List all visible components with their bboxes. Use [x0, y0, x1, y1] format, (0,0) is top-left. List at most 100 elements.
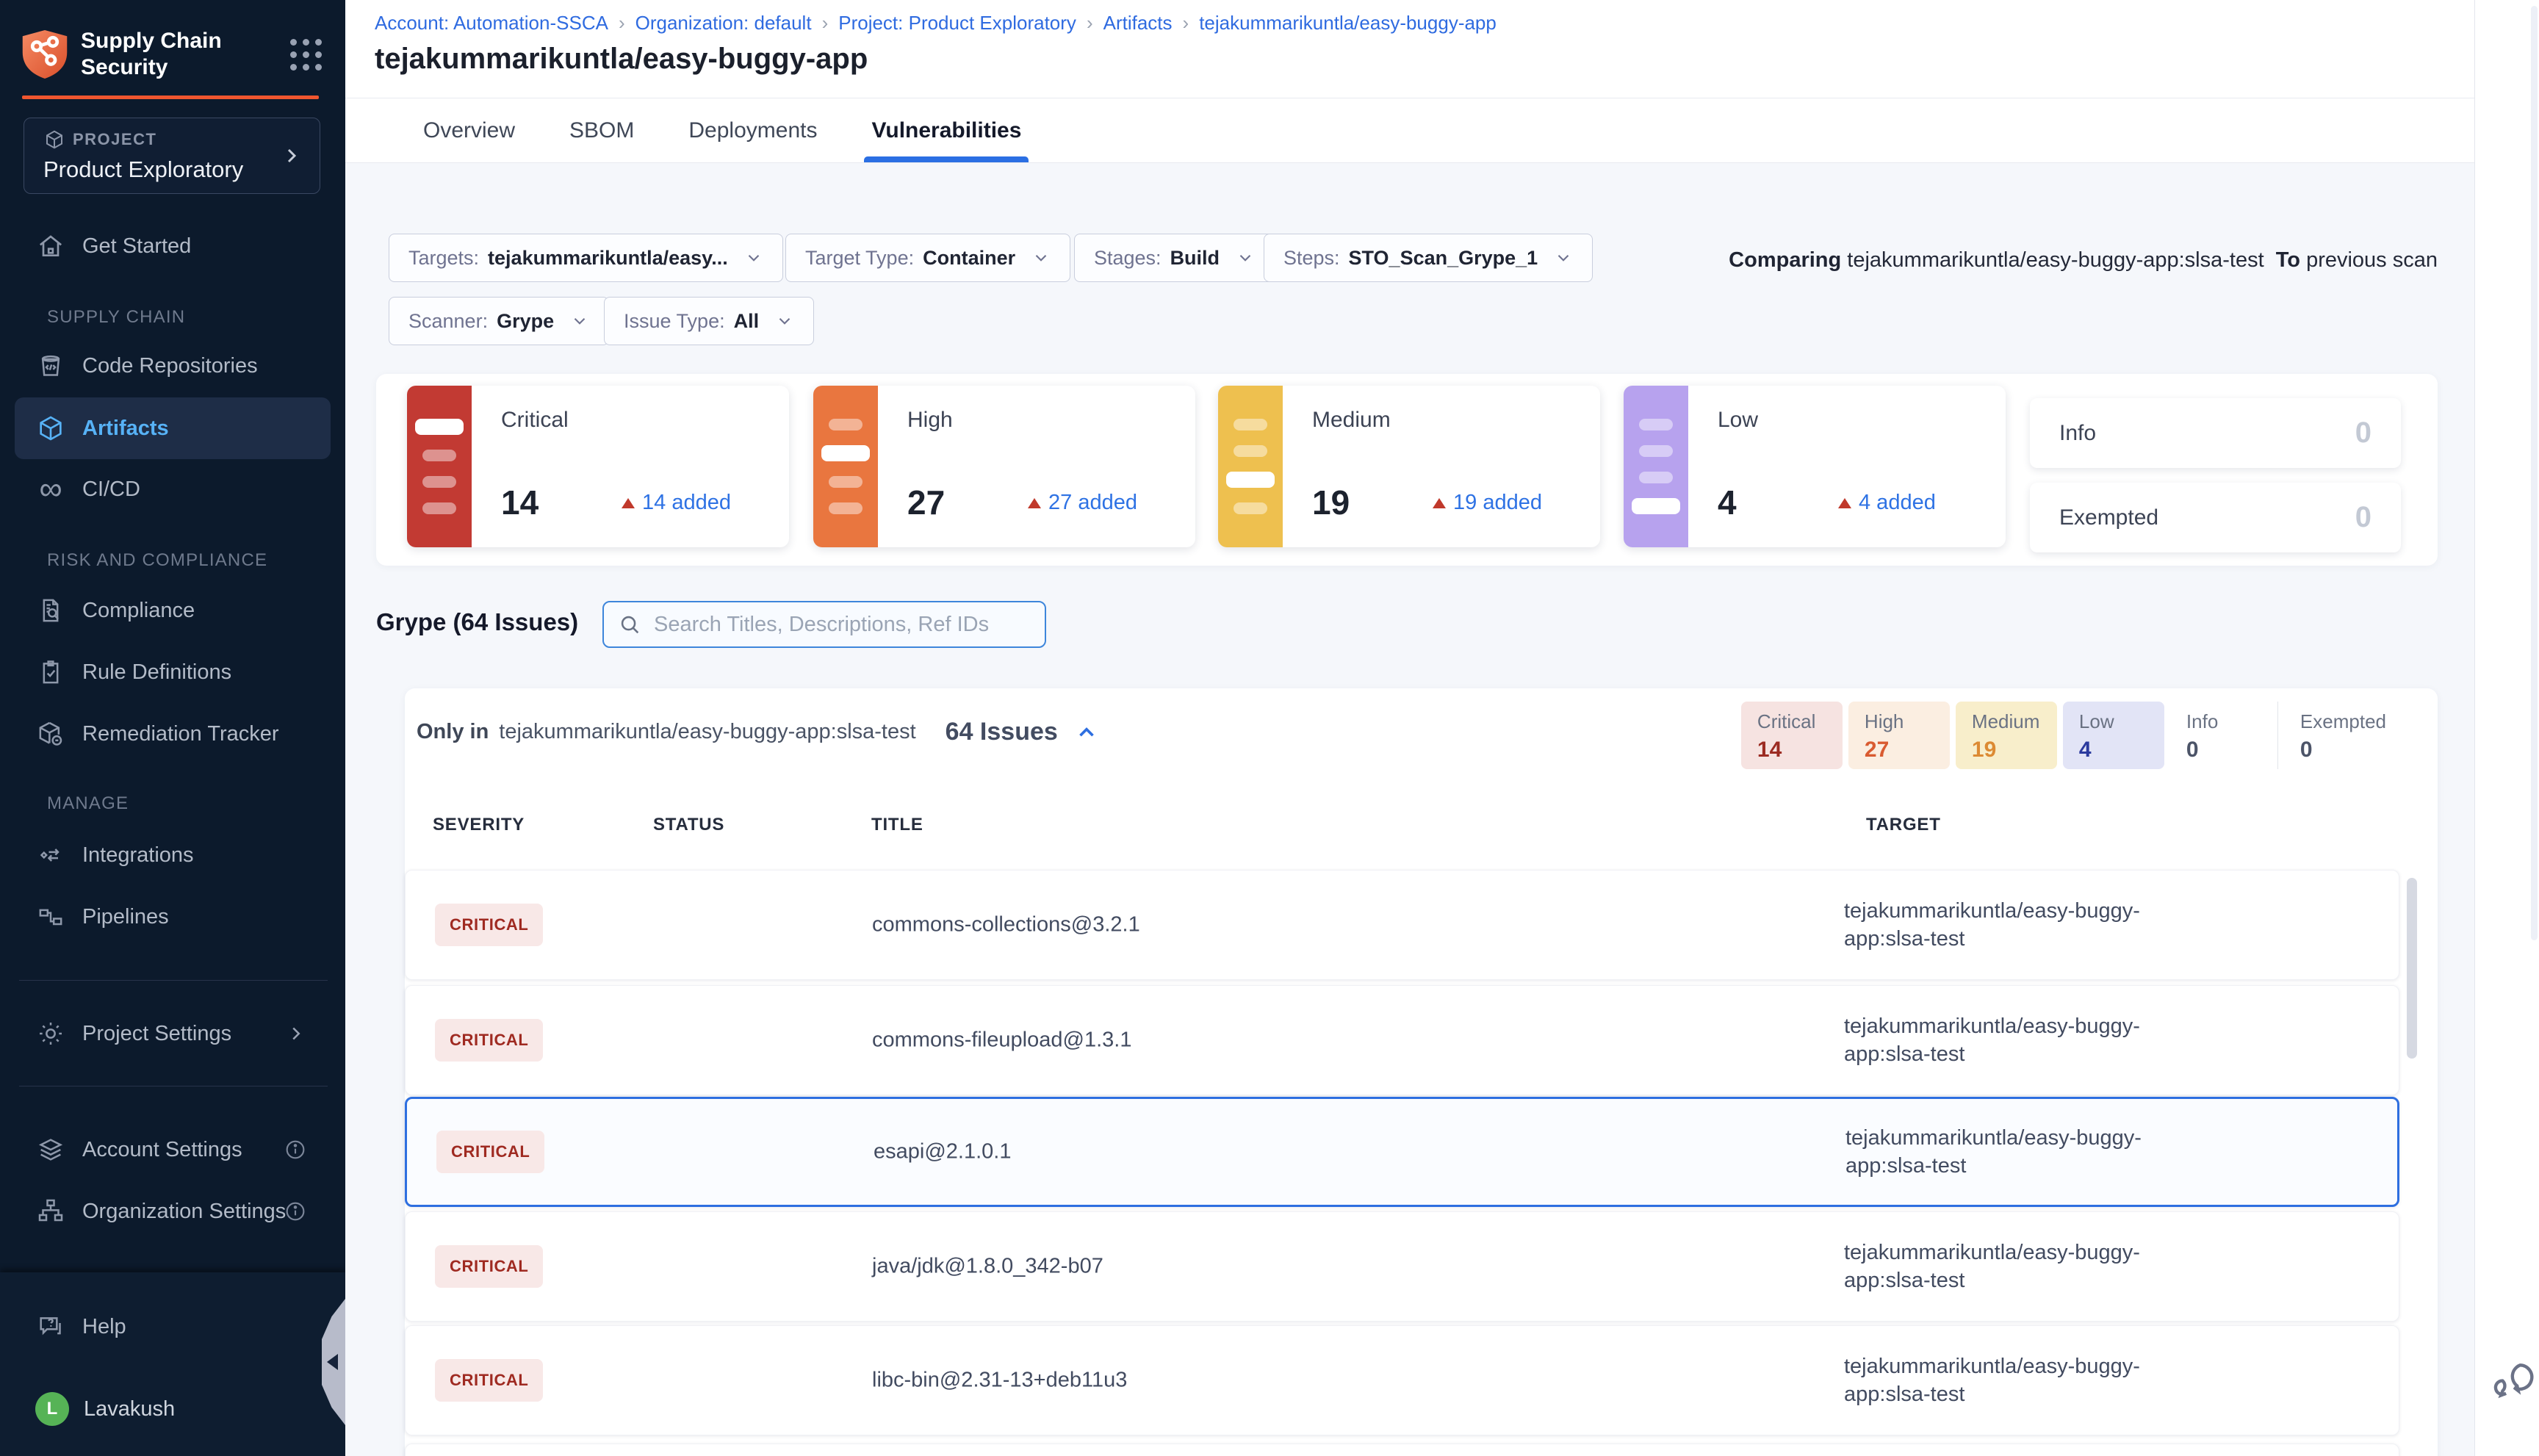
severity-card-delta[interactable]: 4 added	[1838, 491, 1936, 515]
severity-card-low[interactable]: Low 4 4 added	[1624, 386, 2006, 547]
user-name: Lavakush	[84, 1397, 175, 1421]
chevron-up-icon[interactable]	[1074, 720, 1099, 745]
sidebar-item-label: Pipelines	[82, 905, 169, 929]
filter-value: Grype	[497, 310, 554, 333]
clipboard-check-icon	[35, 657, 66, 688]
sidebar-item-pipelines[interactable]: Pipelines	[0, 893, 345, 940]
chip-count: 27	[1865, 738, 1934, 763]
chevron-left-icon	[327, 1354, 338, 1370]
pipelines-icon	[35, 901, 66, 932]
filter-issue-type[interactable]: Issue Type: All	[604, 297, 814, 345]
issues-group-header[interactable]: Only in tejakummarikuntla/easy-buggy-app…	[417, 718, 1099, 746]
sidebar-item-cicd[interactable]: ∞ CI/CD	[0, 466, 345, 513]
filter-target-type[interactable]: Target Type: Container	[785, 234, 1070, 282]
breadcrumb-artifacts[interactable]: Artifacts	[1103, 12, 1173, 35]
severity-summary-panel: Critical 14 14 added High 27 27 a	[376, 374, 2438, 566]
compliance-document-icon	[35, 595, 66, 626]
table-row-partial[interactable]	[405, 1444, 2399, 1456]
sidebar-item-integrations[interactable]: Integrations	[0, 832, 345, 879]
delta-label: 19 added	[1453, 491, 1542, 515]
chevron-right-icon	[280, 144, 303, 167]
severity-card-exempted[interactable]: Exempted 0	[2030, 483, 2401, 552]
sidebar-item-project-settings[interactable]: Project Settings	[0, 1010, 345, 1057]
sidebar-item-label: Help	[82, 1315, 126, 1339]
filter-stages[interactable]: Stages: Build	[1074, 234, 1275, 282]
project-meta: PROJECT Product Exploratory	[43, 129, 280, 183]
chip-high[interactable]: High 27	[1848, 702, 1950, 769]
breadcrumb-account[interactable]: Account: Automation-SSCA	[375, 12, 608, 35]
issues-search[interactable]	[602, 601, 1046, 648]
issue-target: tejakummarikuntla/easy-buggy-app:slsa-te…	[1844, 897, 2189, 953]
sidebar-item-account-settings[interactable]: Account Settings	[0, 1126, 345, 1173]
chip-label: Exempted	[2300, 710, 2386, 733]
sidebar-item-remediation-tracker[interactable]: Remediation Tracker	[0, 710, 345, 757]
severity-card-delta[interactable]: 14 added	[622, 491, 731, 515]
breadcrumb: Account: Automation-SSCA › Organization:…	[375, 12, 1497, 35]
severity-card-delta[interactable]: 19 added	[1433, 491, 1542, 515]
chip-count: 19	[1972, 738, 2041, 763]
sidebar-item-code-repositories[interactable]: Code Repositories	[0, 342, 345, 389]
sidebar-user[interactable]: L Lavakush	[0, 1385, 345, 1432]
table-scrollbar-thumb[interactable]	[2407, 878, 2417, 1059]
filter-targets[interactable]: Targets: tejakummarikuntla/easy...	[389, 234, 783, 282]
sidebar-item-organization-settings[interactable]: Organization Settings	[0, 1188, 345, 1235]
severity-card-info[interactable]: Info 0	[2030, 398, 2401, 468]
infinity-icon: ∞	[35, 474, 66, 505]
tab-bar: Overview SBOM Deployments Vulnerabilitie…	[345, 98, 2474, 163]
content-area: Targets: tejakummarikuntla/easy... Targe…	[345, 163, 2474, 1456]
sidebar-item-artifacts[interactable]: Artifacts	[15, 397, 331, 459]
severity-card-label: Info	[2059, 421, 2096, 446]
right-gutter	[2474, 0, 2539, 1456]
delta-label: 27 added	[1048, 491, 1137, 515]
tab-sbom[interactable]: SBOM	[569, 98, 634, 162]
breadcrumb-project[interactable]: Project: Product Exploratory	[838, 12, 1076, 35]
page-scrollbar-thumb[interactable]	[2531, 6, 2538, 940]
tab-deployments[interactable]: Deployments	[688, 98, 817, 162]
severity-card-medium[interactable]: Medium 19 19 added	[1218, 386, 1600, 547]
triangle-up-icon	[1028, 498, 1041, 508]
chip-critical[interactable]: Critical 14	[1741, 702, 1843, 769]
severity-card-delta[interactable]: 27 added	[1028, 491, 1137, 515]
sidebar-item-help[interactable]: Help	[0, 1303, 345, 1350]
table-row[interactable]: CRITICAL java/jdk@1.8.0_342-b07 tejakumm…	[405, 1211, 2399, 1322]
comparing-suffix[interactable]: previous scan	[2306, 248, 2438, 272]
comparing-to-label: To	[2276, 248, 2300, 272]
table-row-selected[interactable]: CRITICAL esapi@2.1.0.1 tejakummarikuntla…	[405, 1097, 2399, 1207]
critical-gauge-icon	[407, 386, 472, 547]
table-row[interactable]: CRITICAL commons-fileupload@1.3.1 tejaku…	[405, 985, 2399, 1095]
filter-steps[interactable]: Steps: STO_Scan_Grype_1	[1264, 234, 1593, 282]
sidebar-item-compliance[interactable]: Compliance	[0, 587, 345, 634]
severity-card-critical[interactable]: Critical 14 14 added	[407, 386, 789, 547]
column-header-status: STATUS	[653, 815, 724, 835]
project-selector-label: PROJECT	[73, 130, 156, 149]
issue-title: commons-collections@3.2.1	[872, 913, 1140, 937]
table-row[interactable]: CRITICAL commons-collections@3.2.1 tejak…	[405, 870, 2399, 980]
breadcrumb-artifact-name[interactable]: tejakummarikuntla/easy-buggy-app	[1199, 12, 1497, 35]
severity-card-high[interactable]: High 27 27 added	[813, 386, 1195, 547]
chip-label: High	[1865, 710, 1934, 733]
breadcrumb-organization[interactable]: Organization: default	[635, 12, 812, 35]
project-selector[interactable]: PROJECT Product Exploratory	[24, 118, 320, 194]
project-cube-icon	[43, 129, 65, 151]
chip-low[interactable]: Low 4	[2063, 702, 2164, 769]
search-input[interactable]	[652, 612, 1031, 638]
severity-card-label: Exempted	[2059, 505, 2158, 530]
filter-label: Steps:	[1283, 247, 1340, 270]
chip-medium[interactable]: Medium 19	[1956, 702, 2057, 769]
column-header-title: TITLE	[871, 815, 923, 835]
module-switcher-grid-icon[interactable]	[290, 39, 322, 71]
support-chat-icon[interactable]	[2490, 1358, 2535, 1403]
chip-exempted[interactable]: Exempted 0	[2277, 702, 2402, 769]
triangle-up-icon	[1838, 498, 1851, 508]
info-icon	[284, 1200, 307, 1223]
sidebar-item-get-started[interactable]: Get Started	[0, 223, 345, 270]
chip-info[interactable]: Info 0	[2170, 702, 2272, 769]
table-row[interactable]: CRITICAL libc-bin@2.31-13+deb11u3 tejaku…	[405, 1325, 2399, 1435]
filter-scanner[interactable]: Scanner: Grype	[389, 297, 609, 345]
tab-vulnerabilities[interactable]: Vulnerabilities	[871, 98, 1021, 162]
low-gauge-icon	[1624, 386, 1688, 547]
tab-overview[interactable]: Overview	[423, 98, 515, 162]
sidebar-item-rule-definitions[interactable]: Rule Definitions	[0, 649, 345, 696]
code-repository-icon	[35, 350, 66, 381]
medium-gauge-icon	[1218, 386, 1283, 547]
